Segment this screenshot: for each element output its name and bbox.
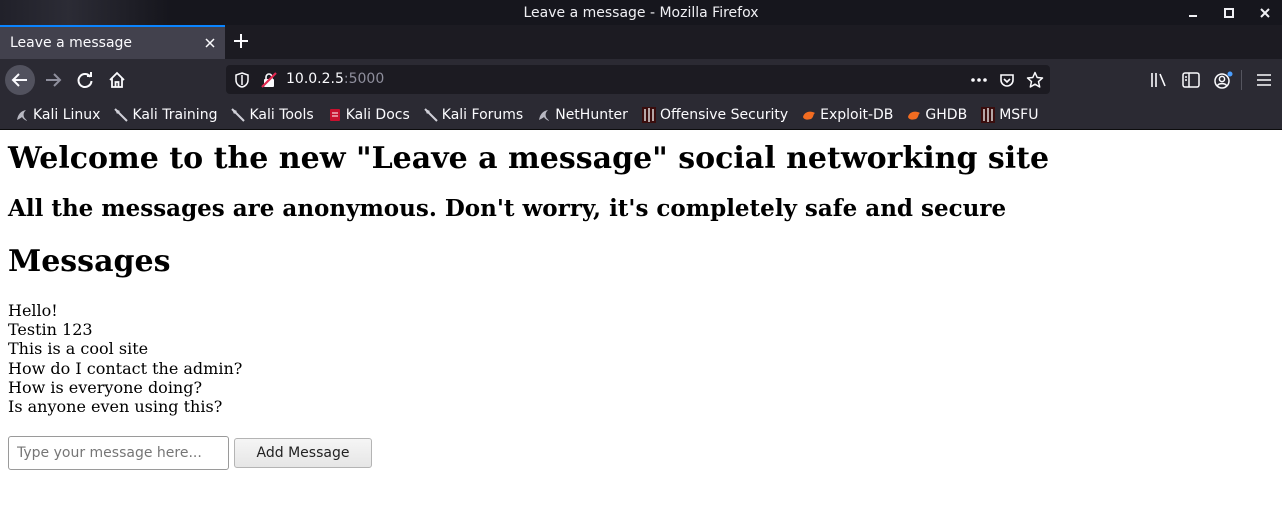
- kali-sword-icon: [423, 107, 439, 123]
- message-form: Add Message: [8, 436, 1274, 471]
- bookmark-label: Kali Linux: [33, 106, 101, 123]
- kali-sword-icon: [113, 107, 129, 123]
- bookmark-star-icon[interactable]: [1024, 69, 1046, 91]
- bookmark-label: NetHunter: [555, 106, 628, 123]
- bookmark-nethunter[interactable]: NetHunter: [536, 107, 628, 123]
- toolbar-separator: [1241, 70, 1242, 90]
- message-item: Is anyone even using this?: [8, 397, 223, 417]
- bookmark-kali-tools[interactable]: Kali Tools: [230, 106, 314, 123]
- page-title: Welcome to the new "Leave a message" soc…: [8, 141, 1050, 176]
- bookmark-label: Exploit-DB: [820, 106, 894, 123]
- page-actions-ellipsis-icon[interactable]: [968, 69, 990, 91]
- message-item: Testin 123: [8, 320, 93, 340]
- url-text[interactable]: 10.0.2.5:5000: [286, 71, 384, 87]
- bookmark-label: MSFU: [999, 106, 1039, 123]
- pocket-icon[interactable]: [996, 69, 1018, 91]
- bookmark-offensive-security[interactable]: Offensive Security: [641, 106, 789, 123]
- page-subtitle: All the messages are anonymous. Don't wo…: [8, 195, 1007, 222]
- maximize-button[interactable]: [1222, 6, 1236, 20]
- insecure-connection-lock-icon[interactable]: [258, 69, 280, 91]
- tab-leave-a-message[interactable]: Leave a message: [0, 25, 225, 59]
- window-title: Leave a message - Mozilla Firefox: [523, 4, 759, 21]
- window-controls: [1186, 0, 1272, 25]
- bookmark-label: Kali Forums: [441, 106, 524, 123]
- bookmark-kali-linux[interactable]: Kali Linux: [14, 107, 100, 123]
- tracking-protection-shield-icon[interactable]: [231, 69, 253, 91]
- tab-close-icon[interactable]: [195, 37, 225, 49]
- offsec-icon: [641, 106, 657, 123]
- bookmark-kali-training[interactable]: Kali Training: [113, 107, 217, 123]
- kali-dragon-icon: [14, 107, 30, 123]
- kali-docs-icon: [327, 107, 343, 123]
- new-tab-plus-icon[interactable]: [230, 30, 252, 52]
- bookmark-exploit-db[interactable]: Exploit-DB: [801, 107, 893, 123]
- sidebar-toggle-icon[interactable]: [1178, 66, 1204, 93]
- bookmark-ghdb[interactable]: GHDB: [906, 107, 967, 123]
- exploit-db-icon: [906, 107, 922, 123]
- message-list: Hello! Testin 123 This is a cool site Ho…: [8, 301, 1274, 416]
- message-item: How do I contact the admin?: [8, 358, 243, 378]
- bookmark-label: Kali Tools: [249, 106, 314, 123]
- home-icon[interactable]: [102, 65, 132, 95]
- reload-icon[interactable]: [70, 65, 100, 95]
- add-message-button[interactable]: Add Message: [234, 438, 372, 469]
- message-input[interactable]: [8, 436, 229, 471]
- tab-strip: Leave a message: [0, 25, 1282, 59]
- library-icon[interactable]: [1146, 66, 1172, 93]
- exploit-db-icon: [801, 107, 817, 123]
- close-window-button[interactable]: [1258, 6, 1272, 20]
- page-content: Welcome to the new "Leave a message" soc…: [0, 131, 1282, 505]
- account-icon[interactable]: [1210, 66, 1236, 93]
- forward-arrow-icon[interactable]: [38, 65, 68, 95]
- bookmark-label: GHDB: [925, 106, 968, 123]
- bookmarks-toolbar: Kali Linux Kali Training Kali Tools Kali…: [0, 100, 1282, 130]
- url-port: :5000: [343, 71, 385, 87]
- bookmark-msfu[interactable]: MSFU: [980, 106, 1039, 123]
- url-host: 10.0.2.5: [286, 71, 344, 87]
- message-item: How is everyone doing?: [8, 377, 203, 397]
- bookmark-label: Kali Training: [132, 106, 218, 123]
- url-bar[interactable]: 10.0.2.5:5000: [226, 65, 1050, 94]
- desktop-wallpaper-fragment: [0, 0, 170, 25]
- messages-heading: Messages: [8, 244, 171, 279]
- bookmark-kali-docs[interactable]: Kali Docs: [327, 107, 410, 123]
- message-item: Hello!: [8, 301, 58, 320]
- kali-sword-icon: [230, 107, 246, 123]
- hamburger-menu-icon[interactable]: [1251, 66, 1277, 93]
- kali-dragon-icon: [536, 107, 552, 123]
- back-arrow-icon[interactable]: [5, 65, 35, 95]
- minimize-button[interactable]: [1186, 6, 1200, 20]
- window-titlebar: Leave a message - Mozilla Firefox: [0, 0, 1282, 25]
- bookmark-kali-forums[interactable]: Kali Forums: [423, 107, 523, 123]
- message-item: This is a cool site: [8, 339, 149, 359]
- bookmark-label: Offensive Security: [659, 106, 789, 123]
- offsec-icon: [980, 106, 996, 123]
- bookmark-label: Kali Docs: [345, 106, 410, 123]
- tab-label: Leave a message: [10, 35, 133, 51]
